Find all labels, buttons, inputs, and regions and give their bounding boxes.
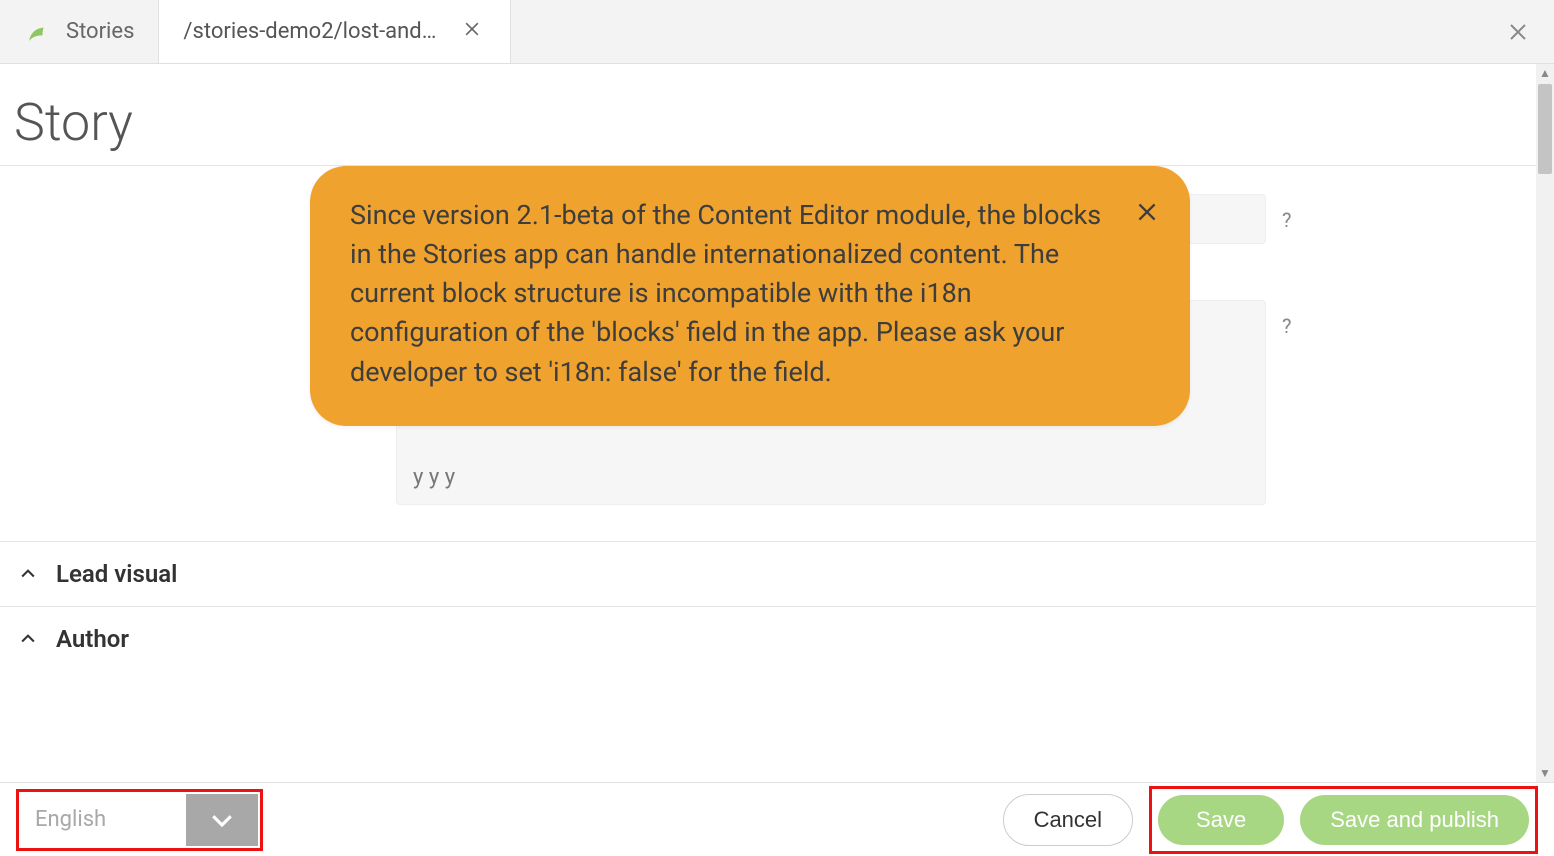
scroll-thumb[interactable] bbox=[1538, 84, 1552, 174]
language-label: English bbox=[21, 807, 186, 832]
chevron-up-icon bbox=[18, 564, 38, 584]
lead-partial-text: y y y bbox=[413, 465, 455, 490]
save-and-publish-button[interactable]: Save and publish bbox=[1300, 795, 1529, 845]
tab-bar: Stories /stories-demo2/lost-and… bbox=[0, 0, 1554, 64]
close-notification-icon[interactable] bbox=[1134, 194, 1160, 238]
scroll-up-arrow-icon[interactable]: ▲ bbox=[1536, 64, 1554, 82]
scrollbar[interactable]: ▲ ▼ bbox=[1536, 64, 1554, 782]
tab-app-label: Stories bbox=[66, 19, 134, 44]
warning-notification: Since version 2.1-beta of the Content Ed… bbox=[310, 166, 1190, 426]
chevron-up-icon bbox=[18, 629, 38, 649]
save-button[interactable]: Save bbox=[1158, 795, 1284, 845]
section-lead-visual-label: Lead visual bbox=[56, 560, 177, 588]
tab-path-label: /stories-demo2/lost-and… bbox=[183, 19, 436, 44]
help-lead-icon[interactable]: ? bbox=[1282, 300, 1291, 338]
language-select[interactable]: English bbox=[21, 794, 258, 846]
section-lead-visual[interactable]: Lead visual bbox=[0, 541, 1536, 606]
warning-text: Since version 2.1-beta of the Content Ed… bbox=[350, 199, 1101, 388]
page-title: Story bbox=[0, 64, 1536, 166]
tab-app-stories[interactable]: Stories bbox=[0, 0, 159, 63]
annotation-language-highlight: English bbox=[16, 789, 263, 851]
tab-active-document[interactable]: /stories-demo2/lost-and… bbox=[159, 0, 511, 63]
annotation-save-highlight: Save Save and publish bbox=[1149, 786, 1538, 854]
cancel-button[interactable]: Cancel bbox=[1003, 794, 1133, 846]
language-dropdown-toggle[interactable] bbox=[186, 794, 258, 846]
section-author-label: Author bbox=[56, 625, 129, 653]
leaf-icon bbox=[24, 18, 52, 46]
scroll-down-arrow-icon[interactable]: ▼ bbox=[1536, 764, 1554, 782]
close-tab-icon[interactable] bbox=[458, 15, 486, 48]
section-author[interactable]: Author bbox=[0, 606, 1536, 671]
help-title-icon[interactable]: ? bbox=[1282, 194, 1291, 232]
action-bar: English Cancel Save Save and publish bbox=[0, 782, 1554, 856]
close-all-icon[interactable] bbox=[1482, 0, 1554, 63]
